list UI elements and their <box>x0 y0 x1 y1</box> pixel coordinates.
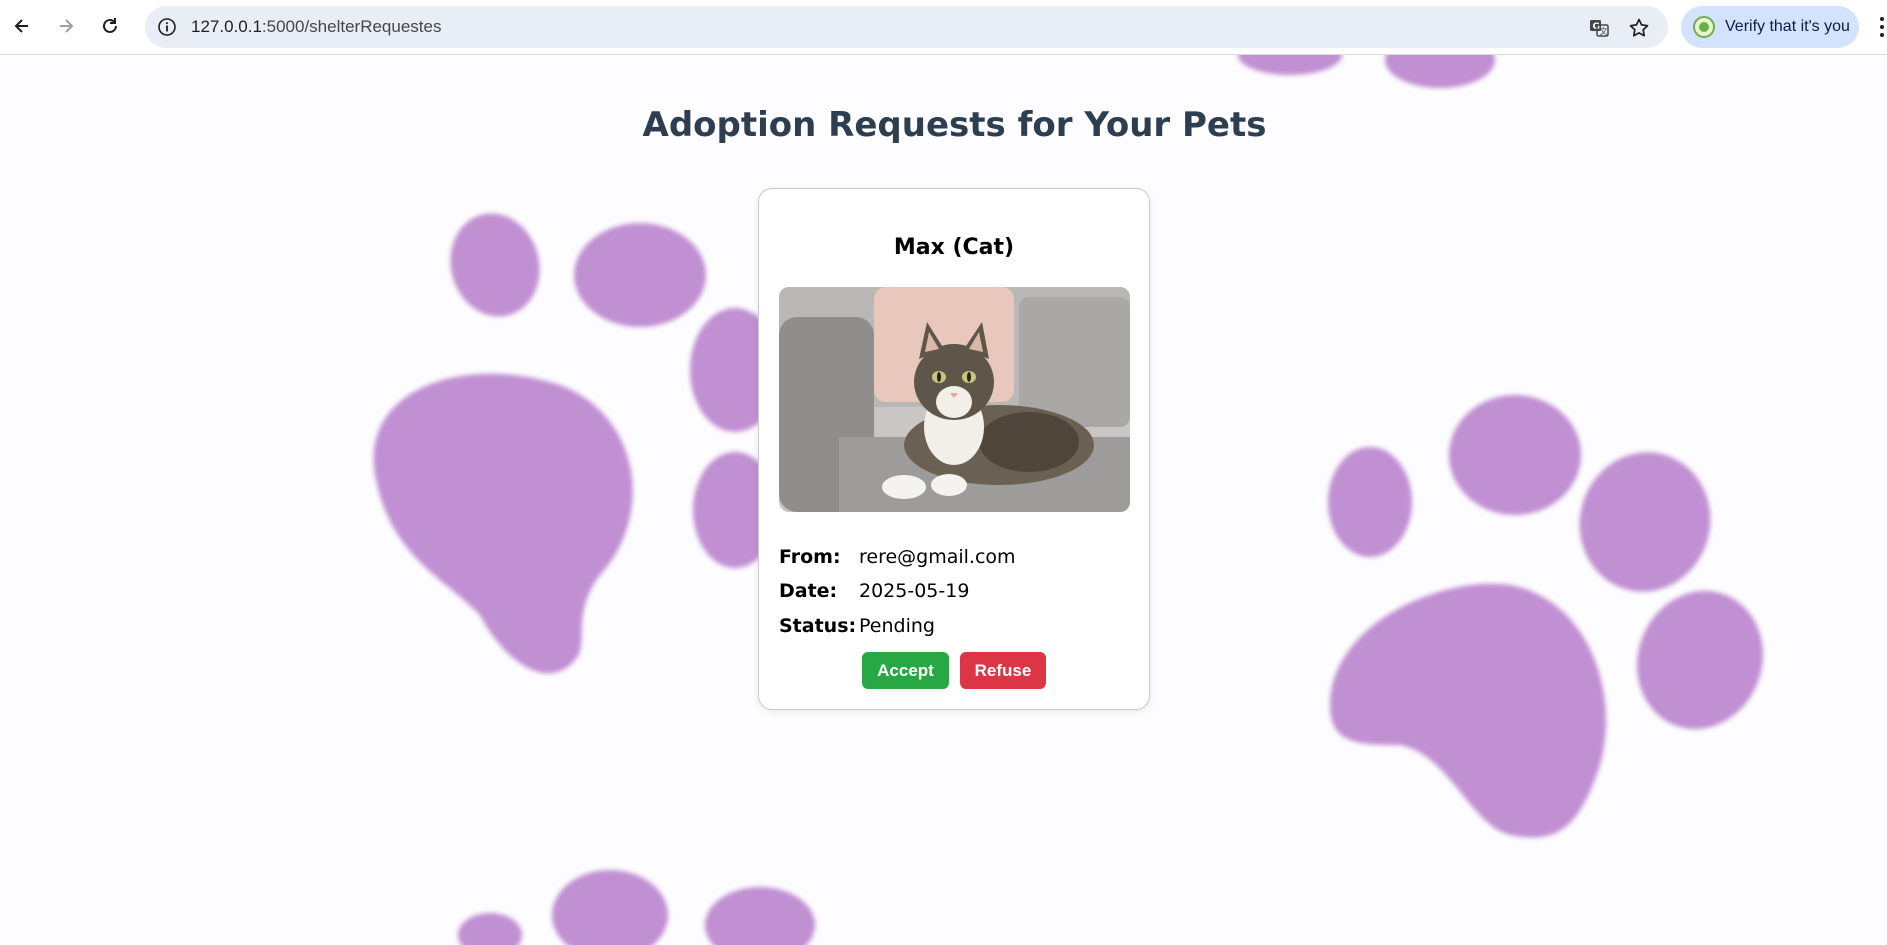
from-label: From: <box>779 546 841 568</box>
back-arrow-icon[interactable] <box>9 13 35 39</box>
status-value: Pending <box>859 615 935 637</box>
profile-avatar-icon <box>1693 16 1715 38</box>
reload-icon[interactable] <box>97 13 123 39</box>
from-value: rere@gmail.com <box>859 546 1016 568</box>
url-host: 127.0.0.1 <box>191 17 262 36</box>
verify-identity-button[interactable]: Verify that it's you <box>1681 6 1859 48</box>
adoption-request-card: Max (Cat) From: rere@gmail.com Date: 202… <box>758 188 1150 710</box>
date-value: 2025-05-19 <box>859 580 970 602</box>
forward-arrow-icon[interactable] <box>53 13 79 39</box>
svg-text:文: 文 <box>1600 26 1608 36</box>
page-title: Adoption Requests for Your Pets <box>642 105 1267 145</box>
browser-toolbar: 127.0.0.1:5000/shelterRequestes G文 Verif… <box>0 0 1887 55</box>
url-text[interactable]: 127.0.0.1:5000/shelterRequestes <box>191 17 441 37</box>
pet-name: Max (Cat) <box>893 235 1015 260</box>
refuse-button[interactable]: Refuse <box>960 652 1046 689</box>
accept-button[interactable]: Accept <box>862 652 949 689</box>
cat-photo <box>779 287 1130 512</box>
status-label: Status: <box>779 615 857 637</box>
page-body: Adoption Requests for Your Pets Max (Cat… <box>0 55 1887 945</box>
address-bar[interactable]: 127.0.0.1:5000/shelterRequestes G文 <box>145 6 1668 48</box>
info-icon[interactable] <box>155 15 179 39</box>
translate-icon[interactable]: G文 <box>1588 17 1610 39</box>
kebab-menu-icon[interactable] <box>1877 14 1887 40</box>
date-label: Date: <box>779 580 838 602</box>
star-icon[interactable] <box>1628 17 1650 39</box>
url-path: :5000/shelterRequestes <box>261 17 442 36</box>
verify-label: Verify that it's you <box>1725 18 1850 35</box>
